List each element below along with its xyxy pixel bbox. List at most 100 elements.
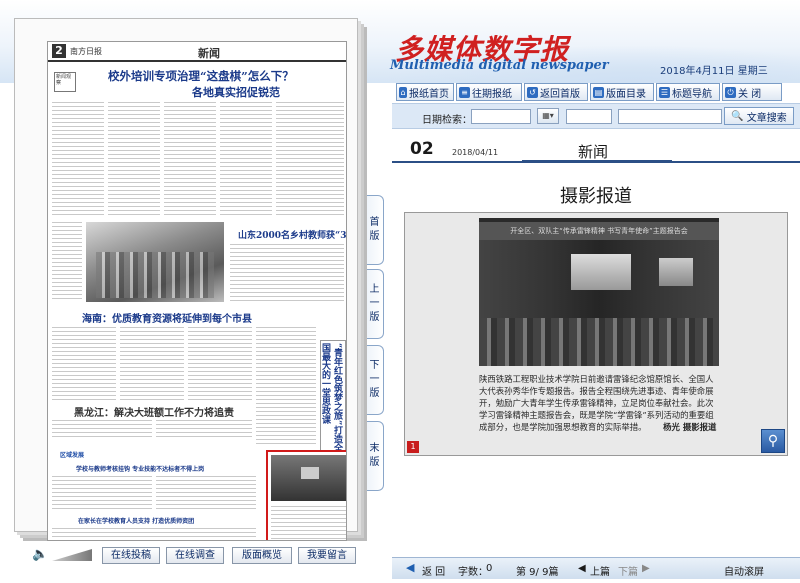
newspaper-headline-shandong[interactable]: 山东2000名乡村教师获“3+5”模式 xyxy=(238,228,346,241)
article-caption: 陕西铁路工程职业技术学院日前邀请雷锋纪念馆原馆长、全国人大代表孙秀华作专题报告。… xyxy=(479,373,719,433)
brand-subtitle: Multimedia digital newspaper xyxy=(390,58,609,73)
text-column xyxy=(256,327,316,445)
bottom-left-bar: 🔈 在线投稿 在线调查 版面概览 我要留言 xyxy=(0,545,392,569)
text-column xyxy=(52,102,104,217)
page-directory-button[interactable]: ▤ 版面目录 xyxy=(590,83,654,101)
back-arrow-icon: ◀ xyxy=(406,561,415,574)
newspaper-masthead: 2 南方日报 新闻 xyxy=(48,42,346,62)
article-search-label: 文章搜索 xyxy=(746,112,787,124)
online-survey-button[interactable]: 在线调查 xyxy=(166,547,224,564)
search-field-category[interactable] xyxy=(566,109,612,124)
header-date: 2018年4月11日 星期三 xyxy=(660,66,768,77)
tab-prev-page[interactable]: 上一版 xyxy=(362,269,384,339)
autoscroll-button[interactable]: 自动滚屏 xyxy=(724,563,764,578)
magnifier-icon: ⚲ xyxy=(767,433,779,449)
article-content: 开全区、双队主“传承雷锋精神 书写青年使命”主题报告会 陕西铁路工程职业技术学院… xyxy=(404,212,788,456)
power-icon: ⏻ xyxy=(725,86,736,98)
home-icon: ⌂ xyxy=(399,86,407,98)
text-column xyxy=(220,102,272,217)
page-directory-label: 版面目录 xyxy=(606,88,646,100)
text-column xyxy=(230,244,344,302)
newspaper-headline-blue1[interactable]: 学校与教师考核挂钩 专业技能不达标者不得上岗 xyxy=(76,464,204,473)
back-to-front-button[interactable]: ↺ 返回首版 xyxy=(524,83,588,101)
text-column xyxy=(52,420,152,440)
newspaper-logo: 南方日报 xyxy=(70,47,102,56)
calendar-icon: ▦▾ xyxy=(542,111,554,120)
tab-last-page[interactable]: 末版 xyxy=(362,421,384,491)
text-column xyxy=(52,528,256,540)
article-title: 摄影报道 xyxy=(560,186,632,207)
date-input[interactable] xyxy=(471,109,531,124)
close-button[interactable]: ⏻ 关 闭 xyxy=(722,83,782,101)
newspaper-page-number: 2 xyxy=(52,44,66,58)
home-button-label: 报纸首页 xyxy=(409,88,449,100)
home-button[interactable]: ⌂ 报纸首页 xyxy=(396,83,454,101)
newspaper-headline[interactable]: 校外培训专项治理“这盘棋”怎么下？ xyxy=(108,68,344,84)
article-search-button[interactable]: 🔍 文章搜索 xyxy=(724,107,794,125)
close-button-label: 关 闭 xyxy=(738,88,762,100)
section-tag-small: 区域发展 xyxy=(60,452,85,459)
tab-next-page[interactable]: 下一版 xyxy=(362,345,384,415)
text-column xyxy=(120,327,184,401)
text-column xyxy=(276,102,344,217)
title-nav-button[interactable]: ☰ 标题导航 xyxy=(656,83,720,101)
title-nav-label: 标题导航 xyxy=(672,88,712,100)
next-article-button[interactable]: 下篇 xyxy=(618,563,638,578)
page-section-name: 新闻 xyxy=(578,143,609,161)
page-overview-button[interactable]: 版面概览 xyxy=(232,547,292,564)
newspaper-stack: 2 南方日报 新闻 新闻观察 校外培训专项治理“这盘棋”怎么下？ 各地真实招促锐… xyxy=(14,18,358,541)
back-icon: ↺ xyxy=(527,86,538,98)
tab-first-page[interactable]: 首版 xyxy=(362,195,384,265)
back-to-front-label: 返回首版 xyxy=(540,88,580,100)
prev-article-button[interactable]: 上篇 xyxy=(590,563,610,578)
caption-byline: 杨光 摄影报道 xyxy=(663,422,717,432)
speaker-icon[interactable]: 🔈 xyxy=(32,548,48,562)
article-photo[interactable]: 开全区、双队主“传承雷锋精神 书写青年使命”主题报告会 xyxy=(479,218,719,366)
text-column xyxy=(188,327,252,401)
list-icon: ▤ xyxy=(593,86,604,98)
text-column xyxy=(164,102,216,217)
date-search-label: 日期检索： xyxy=(422,115,472,126)
photo-side-screen xyxy=(659,258,693,286)
prev-article-icon: ◀ xyxy=(578,563,586,574)
article-position: 第 9/ 9篇 xyxy=(516,567,559,578)
zoom-button[interactable]: ⚲ xyxy=(761,429,785,453)
volume-slider[interactable] xyxy=(52,549,92,561)
newspaper-page[interactable]: 2 南方日报 新闻 新闻观察 校外培训专项治理“这盘棋”怎么下？ 各地真实招促锐… xyxy=(47,41,347,541)
newspaper-headline-blue2[interactable]: 在家长在学校教育人员支持 打造优质师资团 xyxy=(78,516,194,525)
selected-article-highlight[interactable] xyxy=(266,450,346,540)
archive-button[interactable]: ≡ 往期报纸 xyxy=(456,83,522,101)
main-toolbar: ⌂ 报纸首页 ≡ 往期报纸 ↺ 返回首版 ▤ 版面目录 ☰ 标题导航 ⏻ 关 闭 xyxy=(392,83,800,103)
newspaper-vertical-headline[interactable]: “青年红色筑梦之旅”打造全国最大的一堂思政课 xyxy=(320,340,346,458)
search-icon: 🔍 xyxy=(731,110,744,122)
word-count-label: 字数： xyxy=(458,567,488,578)
photo-banner-text: 开全区、双队主“传承雷锋精神 书写青年使命”主题报告会 xyxy=(479,222,719,240)
photo-projection-screen xyxy=(571,254,631,290)
newspaper-subhead[interactable]: 各地真实招促锐范 xyxy=(192,84,280,100)
submit-article-button[interactable]: 在线投稿 xyxy=(102,547,160,564)
text-column xyxy=(271,506,346,540)
newspaper-headline-hainan[interactable]: 海南：优质教育资源将延伸到每个市县 xyxy=(82,310,252,325)
nav-icon: ☰ xyxy=(659,86,670,98)
text-column xyxy=(52,476,152,510)
page-number: 02 xyxy=(410,139,434,159)
search-keyword-input[interactable] xyxy=(618,109,722,124)
archive-icon: ≡ xyxy=(459,86,470,98)
text-column xyxy=(156,476,256,510)
next-article-icon: ▶ xyxy=(642,563,650,574)
newspaper-headline-heilongjiang[interactable]: 黑龙江：解决大班额工作不力将追责 xyxy=(74,404,234,419)
status-bar: ◀ 返 回 字数： 0 第 9/ 9篇 ◀ 上篇 下篇 ▶ 自动滚屏 xyxy=(392,557,800,579)
photo-audience xyxy=(479,318,719,366)
text-column xyxy=(108,102,160,217)
page-date: 2018/04/11 xyxy=(452,148,499,157)
calendar-dropdown-button[interactable]: ▦▾ xyxy=(537,108,559,124)
news-observation-tag: 新闻观察 xyxy=(54,72,76,92)
archive-button-label: 往期报纸 xyxy=(472,88,512,100)
selected-article-thumb xyxy=(271,455,346,501)
search-bar: 日期检索： ▦▾ 🔍 文章搜索 xyxy=(392,103,800,129)
section-underline xyxy=(522,160,672,162)
leave-message-button[interactable]: 我要留言 xyxy=(298,547,356,564)
newspaper-photo[interactable] xyxy=(86,222,224,302)
text-column xyxy=(156,420,252,440)
status-back-button[interactable]: 返 回 xyxy=(422,563,445,578)
